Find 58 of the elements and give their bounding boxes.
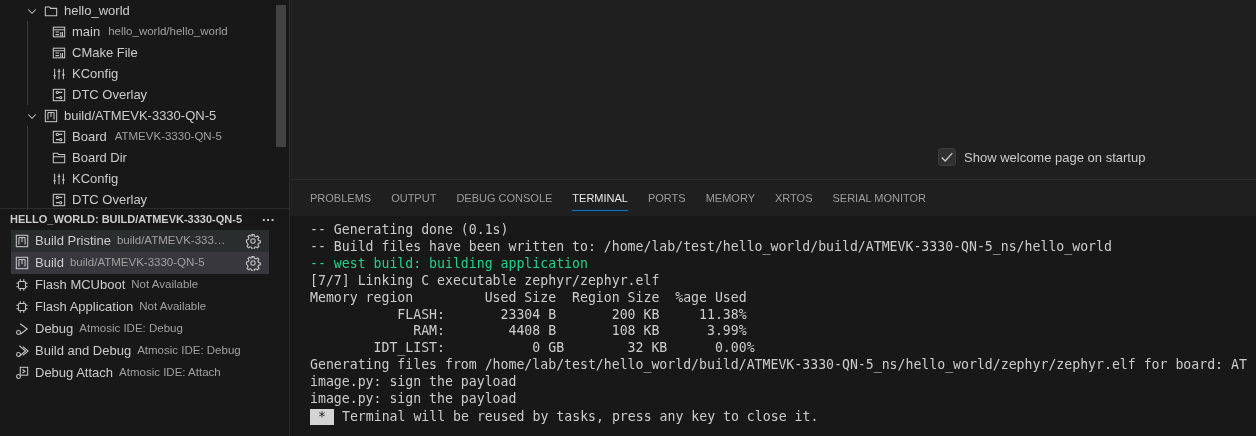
- terminal-line: Memory region Used Size Region Size %age Used: [310, 289, 748, 307]
- panel-tab[interactable]: TERMINAL: [572, 185, 628, 211]
- panel-tab[interactable]: PROBLEMS: [310, 185, 372, 211]
- folder-icon: [44, 3, 58, 18]
- terminal-line: Generating files from /home/lab/test/hello_world/build/ATMEVK-3330-QN-5_ns/hello_world/zephyr/zephyr.elf for board: AT: [310, 357, 1248, 375]
- settings-icon[interactable]: [245, 255, 261, 271]
- terminal-line: RAM: 4408 B 108 KB 3.99%: [412, 323, 748, 341]
- folder-icon: [52, 150, 66, 165]
- sliders-icon: [52, 66, 66, 81]
- tree-item[interactable]: DTC Overlay: [27, 189, 276, 210]
- task-item[interactable]: Flash MCUboot Not Available: [11, 274, 269, 296]
- tree-item[interactable]: build/ATMEVK-3330-QN-5: [0, 105, 276, 126]
- task-item[interactable]: Debug Attach Atmosic IDE: Attach: [11, 362, 269, 384]
- debug-attach-icon: [15, 366, 29, 380]
- terminal-line: FLASH: 23304 B 200 KB 11.38%: [396, 306, 748, 324]
- file-list-icon: [52, 45, 66, 60]
- debug-icon: [15, 344, 29, 358]
- chip-icon: [15, 300, 29, 314]
- panel-tab[interactable]: XRTOS: [775, 185, 813, 211]
- tree-item[interactable]: Board Dir: [27, 147, 276, 168]
- task-item[interactable]: Debug Atmosic IDE: Debug: [11, 318, 269, 340]
- panel-tab[interactable]: SERIAL MONITOR: [832, 185, 926, 211]
- task-item[interactable]: Build and Debug Atmosic IDE: Debug: [11, 340, 269, 362]
- task-item[interactable]: Build build/ATMEVK-3330-QN-5: [11, 252, 269, 274]
- panel-tab[interactable]: PORTS: [647, 185, 686, 211]
- terminal-line: image.py: sign the payload: [310, 374, 518, 392]
- checkbox-label: Show welcome page on startup: [964, 148, 1146, 167]
- circuit-board-icon: [52, 192, 66, 207]
- checkbox[interactable]: [938, 148, 956, 167]
- build-icon: [15, 256, 29, 270]
- circuit-board-icon: [52, 129, 66, 144]
- terminal-line: [7/7] Linking C executable zephyr/zephyr.elf: [310, 272, 661, 290]
- circuit-board-icon: [52, 87, 66, 102]
- panel-tab[interactable]: DEBUG CONSOLE: [456, 185, 553, 211]
- terminal-line: Terminal will be reused by tasks, press any key to close it.: [341, 408, 819, 426]
- terminal-line: -- west build: building application: [310, 255, 589, 273]
- terminal-line: -- Generating done (0.1s): [310, 222, 510, 239]
- tree-item[interactable]: KConfig: [27, 168, 276, 189]
- checkmark-icon: [940, 150, 954, 165]
- more-actions[interactable]: ···: [262, 209, 275, 230]
- terminal-line: -- Build files have been written to: /home/lab/test/hello_world/build/ATMEVK-3330-QN-5_ns/hello_world: [310, 238, 1113, 256]
- task-item[interactable]: Flash Application Not Available: [11, 296, 269, 318]
- build-icon: [15, 234, 29, 248]
- debug-icon: [15, 322, 29, 336]
- file-list-icon: [52, 24, 66, 39]
- scrollbar[interactable]: [276, 5, 286, 147]
- panel-tab[interactable]: OUTPUT: [391, 185, 437, 211]
- settings-icon[interactable]: [245, 233, 261, 249]
- build-icon: [44, 108, 58, 123]
- chip-icon: [15, 278, 29, 292]
- task-item[interactable]: Build Pristine build/ATMEVK-333…: [11, 230, 269, 252]
- panel-tab[interactable]: MEMORY: [705, 185, 755, 211]
- terminal-badge: *: [310, 409, 334, 426]
- terminal-line: image.py: sign the payload: [310, 391, 518, 408]
- section-title[interactable]: HELLO_WORLD: BUILD/ATMEVK-3330-QN-5: [10, 211, 243, 228]
- terminal-line: IDT_LIST: 0 GB 32 KB 0.00%: [372, 340, 756, 358]
- tree-item[interactable]: hello_world: [0, 0, 276, 21]
- sliders-icon: [52, 171, 66, 186]
